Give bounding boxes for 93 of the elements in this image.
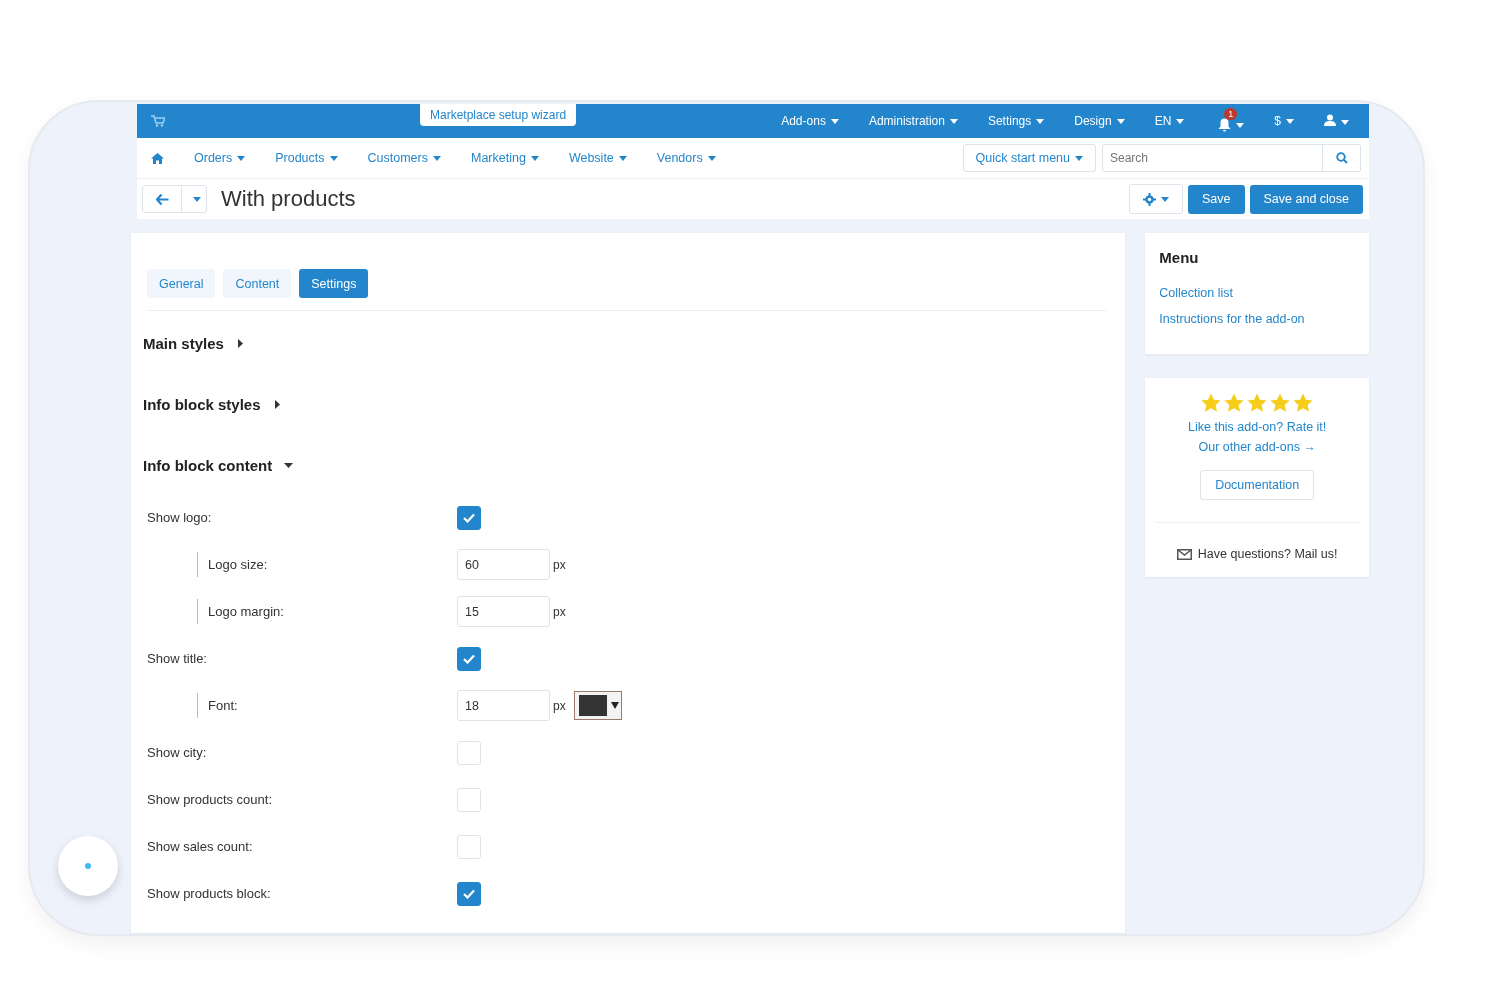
section-toggle[interactable]: Info block styles: [143, 396, 282, 413]
nav-menu-item[interactable]: Website: [568, 151, 627, 165]
font-size-input[interactable]: 18: [457, 690, 550, 721]
menu-title: Menu: [1159, 249, 1200, 266]
tab[interactable]: Settings: [299, 269, 369, 298]
caret-icon: [237, 156, 246, 162]
rate-link[interactable]: Like this add-on? Rate it!: [1155, 420, 1359, 434]
tab[interactable]: General: [147, 269, 216, 298]
bell-icon: [1218, 118, 1232, 132]
field-label: Show title:: [147, 651, 207, 666]
number-input[interactable]: 15: [457, 596, 550, 627]
user-icon: [1324, 113, 1336, 126]
nav-menu-item[interactable]: Vendors: [656, 151, 716, 165]
top-menu-item[interactable]: Add-ons: [781, 114, 839, 128]
field-label: Show sales count:: [147, 839, 253, 854]
tab[interactable]: Content: [223, 269, 292, 298]
menu-link[interactable]: Collection list: [1159, 286, 1355, 300]
top-menu-item[interactable]: Administration: [868, 114, 958, 128]
checkbox[interactable]: [457, 505, 481, 530]
section-toggle[interactable]: Main styles: [143, 335, 245, 352]
caret-icon: [530, 156, 539, 162]
dot-icon: [85, 863, 91, 869]
search-button[interactable]: [1323, 144, 1361, 172]
caret-icon: [1341, 119, 1349, 125]
caret-icon: [707, 156, 716, 162]
field-label: Logo size:: [197, 552, 268, 577]
field-label: Font:: [197, 693, 238, 718]
unit-label: px: [553, 698, 566, 713]
envelope-icon: [1176, 548, 1192, 560]
arrow-left-icon: [155, 193, 169, 205]
caret-icon: [329, 156, 338, 162]
save-button[interactable]: Save: [1188, 184, 1245, 214]
checkmark-icon: [463, 653, 475, 664]
notifications-menu[interactable]: 1: [1218, 108, 1245, 134]
setup-wizard-button[interactable]: Marketplace setup wizard: [420, 104, 577, 126]
notification-badge: 1: [1224, 108, 1238, 120]
menu-link[interactable]: Instructions for the add-on: [1159, 312, 1355, 326]
caret-icon: [284, 461, 294, 470]
caret-icon: [433, 156, 441, 162]
number-input[interactable]: 60: [457, 549, 550, 580]
unit-label: px: [553, 557, 566, 572]
nav-menu-item[interactable]: Products: [275, 151, 338, 165]
user-menu[interactable]: [1324, 113, 1349, 129]
save-button[interactable]: Save and close: [1249, 184, 1363, 214]
top-menu-item[interactable]: Settings: [987, 114, 1045, 128]
checkbox[interactable]: [457, 646, 481, 671]
caret-icon: [272, 400, 282, 409]
star-icon[interactable]: [1200, 392, 1223, 414]
caret-icon: [192, 196, 201, 202]
nav-menu-item[interactable]: Orders: [194, 151, 246, 165]
home-icon[interactable]: [151, 152, 164, 164]
search-field[interactable]: Search: [1102, 144, 1323, 172]
field-label: Logo margin:: [197, 599, 284, 624]
documentation-button[interactable]: Documentation: [1200, 470, 1315, 500]
section-toggle[interactable]: Info block content: [143, 457, 294, 474]
checkbox[interactable]: [457, 881, 481, 906]
caret-icon: [235, 339, 245, 348]
other-addons-link[interactable]: Our other add-ons →: [1155, 440, 1359, 454]
nav-menu-item[interactable]: Marketing: [471, 151, 539, 165]
mail-link[interactable]: Have questions? Mail us!: [1197, 547, 1338, 561]
caret-icon: [1161, 196, 1169, 202]
top-menu-item[interactable]: EN: [1154, 114, 1185, 128]
field-label: Show logo:: [147, 510, 212, 525]
currency-menu[interactable]: $: [1274, 114, 1294, 128]
cart-icon: [151, 115, 165, 127]
checkmark-icon: [463, 888, 475, 899]
caret-icon: [1036, 119, 1045, 125]
quick-start-menu[interactable]: Quick start menu: [962, 144, 1096, 172]
field-label: Show products count:: [147, 792, 273, 807]
star-icon[interactable]: [1246, 392, 1269, 414]
gear-icon: [1143, 192, 1156, 206]
caret-icon: [1075, 156, 1083, 162]
caret-icon: [610, 702, 619, 709]
settings-dropdown[interactable]: [1129, 184, 1183, 214]
search-icon: [1335, 152, 1348, 164]
star-icon[interactable]: [1223, 392, 1246, 414]
page-title: With products: [221, 186, 356, 212]
star-icon[interactable]: [1292, 392, 1315, 414]
field-label: Show products block:: [147, 886, 271, 901]
unit-label: px: [553, 604, 566, 619]
star-icon[interactable]: [1269, 392, 1292, 414]
caret-icon: [618, 156, 627, 162]
field-label: Show city:: [147, 745, 207, 760]
caret-icon: [1116, 119, 1125, 125]
caret-icon: [1286, 119, 1294, 125]
caret-icon: [830, 119, 839, 125]
caret-icon: [1176, 119, 1185, 125]
caret-icon: [1236, 122, 1245, 128]
color-picker[interactable]: [573, 691, 622, 720]
caret-icon: [949, 119, 958, 125]
checkmark-icon: [463, 512, 475, 523]
top-menu-item[interactable]: Design: [1074, 114, 1125, 128]
nav-menu-item[interactable]: Customers: [367, 151, 441, 165]
